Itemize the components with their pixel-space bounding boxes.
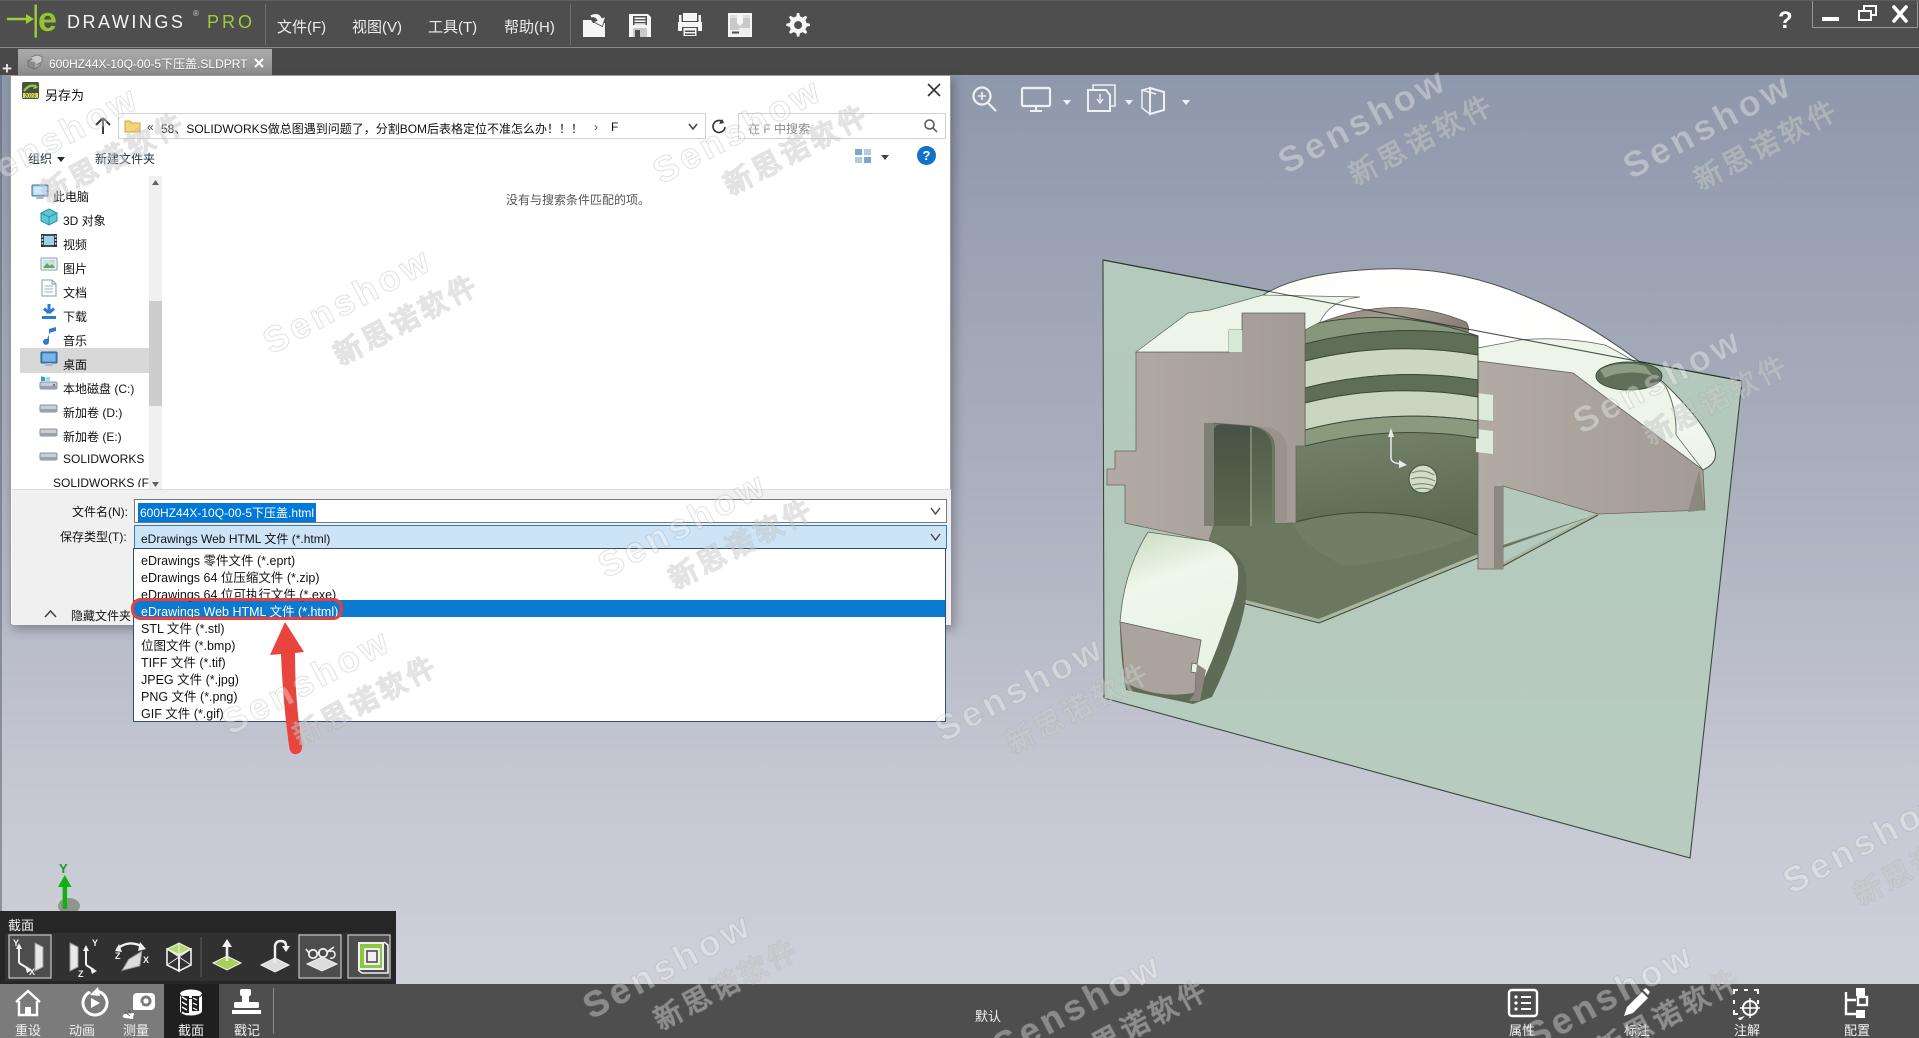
svg-text:Z: Z — [115, 951, 121, 961]
svg-text:2023: 2023 — [25, 94, 36, 100]
svg-text:X: X — [29, 967, 35, 977]
svg-text:PRO: PRO — [207, 12, 255, 32]
svg-text:Y: Y — [59, 861, 68, 876]
svg-text:Z: Z — [78, 969, 84, 979]
svg-text:Y: Y — [13, 938, 19, 948]
svg-text:Y: Y — [92, 938, 98, 948]
svg-text:®: ® — [193, 9, 199, 18]
svg-text:e: e — [38, 3, 57, 39]
svg-text:DRAWINGS: DRAWINGS — [67, 12, 185, 32]
svg-text:X: X — [143, 955, 149, 965]
